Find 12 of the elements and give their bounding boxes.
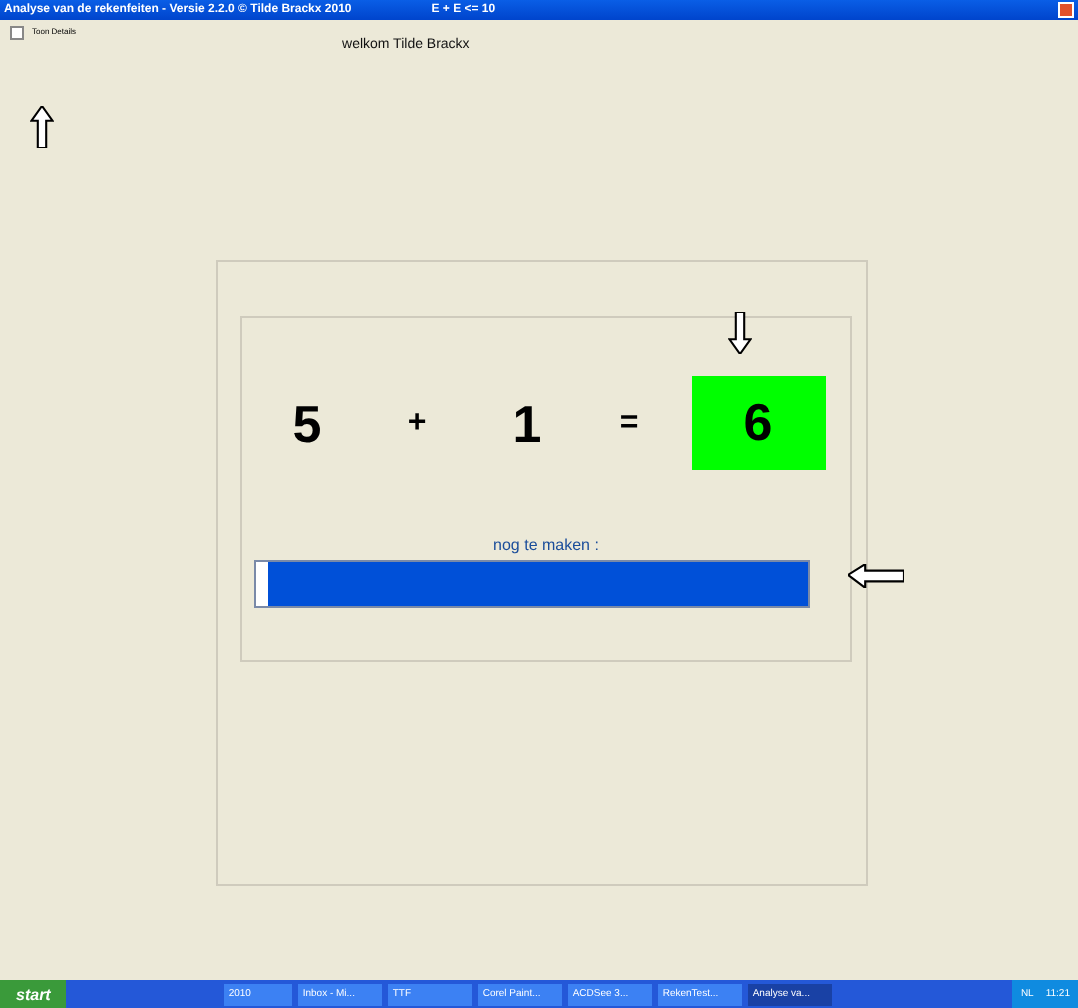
progress-label: nog te maken : — [493, 536, 599, 554]
arrow-left-icon — [848, 564, 904, 588]
answer-field[interactable]: 6 — [691, 376, 825, 470]
arrow-up-icon — [30, 106, 54, 148]
checkbox[interactable] — [10, 26, 24, 40]
close-button[interactable] — [1058, 2, 1074, 18]
equals-sign: = — [617, 407, 641, 439]
operator: + — [405, 407, 429, 439]
operand: 1 — [510, 397, 544, 449]
arrow-down-icon — [728, 312, 752, 354]
operand: 5 — [290, 397, 324, 449]
start-button[interactable]: start — [0, 980, 67, 1008]
